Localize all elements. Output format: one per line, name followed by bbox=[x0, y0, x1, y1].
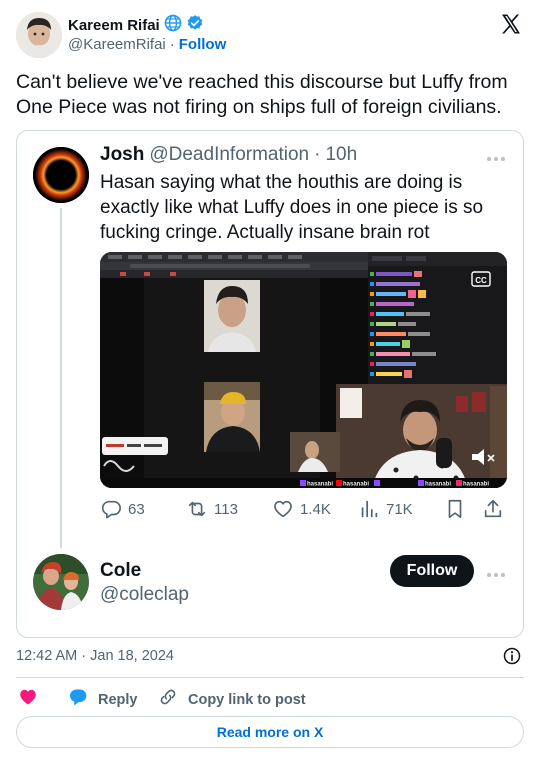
quoted-more-icon[interactable] bbox=[486, 150, 506, 168]
reply-more-icon[interactable] bbox=[486, 566, 506, 584]
quoted-author-name[interactable]: Josh bbox=[100, 144, 144, 166]
post-timestamp[interactable]: 12:42 AM · Jan 18, 2024 bbox=[16, 648, 174, 664]
share-icon[interactable] bbox=[482, 498, 504, 525]
quoted-reply-action[interactable]: 63 bbox=[100, 498, 145, 520]
heart-outline-icon bbox=[272, 498, 294, 520]
quoted-separator: · bbox=[314, 144, 321, 165]
separator-dot: · bbox=[169, 36, 175, 53]
link-icon bbox=[158, 687, 178, 712]
post-text: Can't believe we've reached this discour… bbox=[16, 71, 508, 118]
views-count: 71K bbox=[386, 500, 413, 518]
svg-text:CC: CC bbox=[475, 276, 487, 285]
reply-count: 63 bbox=[128, 500, 145, 518]
read-more-button[interactable]: Read more on X bbox=[16, 716, 524, 748]
ticker-label-1: hasanabi bbox=[307, 482, 333, 488]
reply-author-handle[interactable]: @coleclap bbox=[100, 584, 189, 606]
copy-link-action[interactable]: Copy link to post bbox=[158, 687, 306, 712]
bookmark-icon[interactable] bbox=[444, 498, 466, 525]
reply-action[interactable]: Reply bbox=[68, 687, 138, 712]
quoted-like-action[interactable]: 1.4K bbox=[272, 498, 331, 520]
like-heart-icon[interactable] bbox=[18, 687, 38, 712]
quoted-repost-action[interactable]: 113 bbox=[186, 498, 238, 520]
reply-filled-icon bbox=[68, 687, 88, 712]
author-handle-row: @KareemRifai · Follow bbox=[68, 36, 226, 53]
author-name[interactable]: Kareem Rifai bbox=[68, 17, 160, 34]
divider bbox=[16, 677, 524, 678]
author-avatar[interactable] bbox=[16, 12, 62, 58]
globe-icon bbox=[164, 14, 182, 37]
follow-link[interactable]: Follow bbox=[179, 36, 227, 53]
x-logo-icon[interactable] bbox=[499, 12, 523, 36]
author-handle[interactable]: @KareemRifai bbox=[68, 36, 166, 53]
info-icon[interactable] bbox=[502, 646, 522, 671]
copy-link-label: Copy link to post bbox=[188, 691, 306, 708]
quoted-views-action[interactable]: 71K bbox=[358, 498, 413, 520]
verified-badge-icon bbox=[186, 14, 204, 37]
repost-icon bbox=[186, 498, 208, 520]
views-bar-icon bbox=[358, 498, 380, 520]
repost-count: 113 bbox=[214, 500, 238, 518]
ticker-label-2: hasanabi bbox=[343, 482, 369, 488]
quoted-author-handle[interactable]: @DeadInformation bbox=[149, 144, 309, 166]
like-count: 1.4K bbox=[300, 500, 331, 518]
quoted-header-row: Josh @DeadInformation · 10h bbox=[100, 144, 357, 166]
reply-bubble-icon bbox=[100, 498, 122, 520]
reply-label: Reply bbox=[98, 691, 138, 708]
ticker-label-3: hasanabi bbox=[425, 482, 451, 488]
quoted-text: Hasan saying what the houthis are doing … bbox=[100, 172, 484, 243]
reply-author-name[interactable]: Cole bbox=[100, 560, 141, 582]
follow-button[interactable]: Follow bbox=[390, 555, 474, 587]
quoted-time[interactable]: 10h bbox=[325, 144, 357, 166]
author-name-row: Kareem Rifai bbox=[68, 14, 204, 37]
thread-connector-line bbox=[60, 208, 62, 548]
quoted-author-avatar[interactable] bbox=[33, 147, 89, 203]
reply-author-avatar[interactable] bbox=[33, 554, 89, 610]
quoted-media[interactable]: CC hasanabi hasanabi hasanabi hasanabi bbox=[100, 252, 507, 488]
ticker-label-4: hasanabi bbox=[463, 482, 489, 488]
